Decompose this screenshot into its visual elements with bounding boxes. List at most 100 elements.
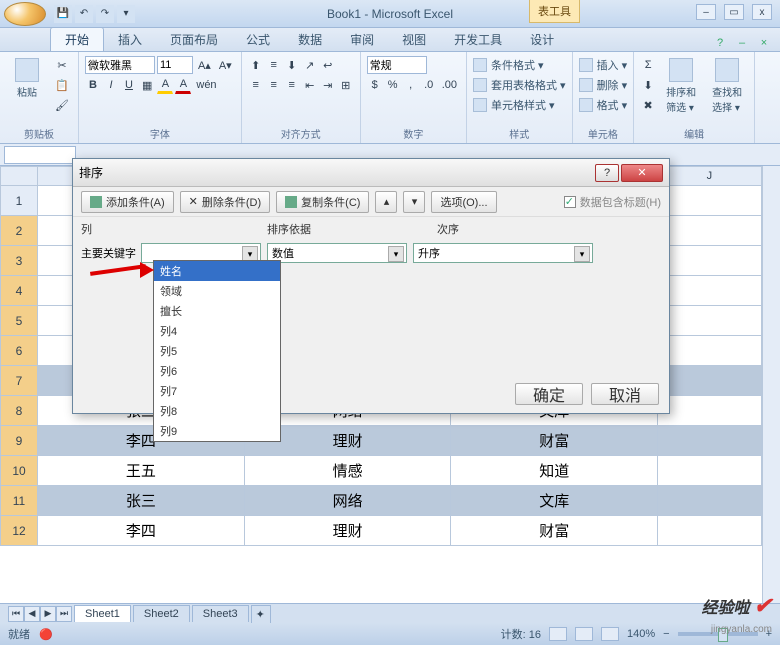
redo-icon[interactable]: ↷ — [96, 5, 114, 23]
decrease-decimal-icon[interactable]: .00 — [439, 76, 460, 94]
percent-icon[interactable]: % — [385, 76, 401, 94]
bold-button[interactable]: B — [85, 76, 101, 94]
cell[interactable]: 李四 — [38, 516, 245, 546]
row-header-11[interactable]: 11 — [0, 486, 38, 516]
format-as-table-button[interactable]: 套用表格格式 ▾ — [473, 76, 566, 94]
delete-condition-button[interactable]: ✕删除条件(D) — [180, 191, 271, 213]
normal-view-button[interactable] — [549, 627, 567, 641]
dropdown-item[interactable]: 列5 — [154, 341, 280, 361]
merge-icon[interactable]: ⊞ — [338, 76, 354, 94]
move-down-button[interactable]: ▾ — [403, 191, 425, 213]
italic-button[interactable]: I — [103, 76, 119, 94]
header-checkbox[interactable] — [564, 196, 576, 208]
row-header-9[interactable]: 9 — [0, 426, 38, 456]
border-icon[interactable]: ▦ — [139, 76, 155, 94]
phonetic-icon[interactable]: wén — [193, 76, 219, 94]
dropdown-item[interactable]: 列4 — [154, 321, 280, 341]
cell[interactable]: 财富 — [451, 426, 658, 456]
align-left-icon[interactable]: ≡ — [248, 76, 264, 94]
number-format-select[interactable] — [367, 56, 427, 74]
row-header-1[interactable]: 1 — [0, 186, 38, 216]
increase-decimal-icon[interactable]: .0 — [421, 76, 437, 94]
dialog-help-button[interactable]: ? — [595, 164, 619, 182]
next-sheet-button[interactable]: ▶ — [40, 606, 56, 622]
ribbon-minimize-icon[interactable]: – — [734, 35, 750, 51]
row-header-12[interactable]: 12 — [0, 516, 38, 546]
currency-icon[interactable]: $ — [367, 76, 383, 94]
doc-close-icon[interactable]: × — [756, 35, 772, 51]
new-sheet-button[interactable]: ✦ — [251, 605, 271, 623]
tab-developer[interactable]: 开发工具 — [440, 28, 516, 51]
font-name-select[interactable] — [85, 56, 155, 74]
underline-button[interactable]: U — [121, 76, 137, 94]
col-header-j[interactable]: J — [658, 166, 762, 186]
close-button[interactable]: x — [752, 4, 772, 20]
name-box[interactable] — [4, 146, 76, 164]
sheet-tab-1[interactable]: Sheet1 — [74, 605, 131, 622]
conditional-format-button[interactable]: 条件格式 ▾ — [473, 56, 566, 74]
increase-indent-icon[interactable]: ⇥ — [320, 76, 336, 94]
dialog-close-button[interactable]: ✕ — [621, 164, 663, 182]
format-cells-button[interactable]: 格式 ▾ — [579, 96, 628, 114]
cell[interactable]: 理财 — [245, 516, 452, 546]
cell[interactable]: 知道 — [451, 456, 658, 486]
save-icon[interactable]: 💾 — [54, 5, 72, 23]
clear-icon[interactable]: ✖ — [640, 96, 656, 114]
undo-icon[interactable]: ↶ — [75, 5, 93, 23]
row-header-5[interactable]: 5 — [0, 306, 38, 336]
cell[interactable]: 王五 — [38, 456, 245, 486]
move-up-button[interactable]: ▴ — [375, 191, 397, 213]
align-middle-icon[interactable]: ≡ — [266, 56, 282, 74]
copy-icon[interactable]: 📋 — [52, 76, 72, 94]
cell[interactable]: 网络 — [245, 486, 452, 516]
first-sheet-button[interactable]: ⏮ — [8, 606, 24, 622]
cut-icon[interactable]: ✂ — [52, 56, 72, 74]
office-button[interactable] — [4, 2, 46, 26]
sheet-tab-3[interactable]: Sheet3 — [192, 605, 249, 622]
vertical-scrollbar[interactable] — [762, 166, 780, 603]
dropdown-item[interactable]: 列6 — [154, 361, 280, 381]
row-header-2[interactable]: 2 — [0, 216, 38, 246]
wrap-text-icon[interactable]: ↩ — [320, 56, 336, 74]
font-color-icon[interactable]: A — [175, 76, 191, 94]
paste-button[interactable]: 粘贴 — [6, 56, 48, 101]
cell[interactable]: 情感 — [245, 456, 452, 486]
sort-filter-button[interactable]: 排序和 筛选 ▾ — [660, 56, 702, 116]
align-right-icon[interactable]: ≡ — [284, 76, 300, 94]
row-header-10[interactable]: 10 — [0, 456, 38, 486]
sort-order-select[interactable]: 升序 — [413, 243, 593, 263]
select-all-corner[interactable] — [0, 166, 38, 186]
ok-button[interactable]: 确定 — [515, 383, 583, 405]
tab-insert[interactable]: 插入 — [104, 28, 156, 51]
cell-styles-button[interactable]: 单元格样式 ▾ — [473, 96, 566, 114]
fill-icon[interactable]: ⬇ — [640, 76, 656, 94]
cell[interactable]: 财富 — [451, 516, 658, 546]
page-break-view-button[interactable] — [601, 627, 619, 641]
tab-view[interactable]: 视图 — [388, 28, 440, 51]
dialog-titlebar[interactable]: 排序 ? ✕ — [73, 159, 669, 187]
font-size-select[interactable] — [157, 56, 193, 74]
align-bottom-icon[interactable]: ⬇ — [284, 56, 300, 74]
row-header-7[interactable]: 7 — [0, 366, 38, 396]
sort-on-select[interactable]: 数值 — [267, 243, 407, 263]
dropdown-item[interactable]: 列7 — [154, 381, 280, 401]
find-select-button[interactable]: 查找和 选择 ▾ — [706, 56, 748, 116]
cancel-button[interactable]: 取消 — [591, 383, 659, 405]
tab-data[interactable]: 数据 — [284, 28, 336, 51]
tab-formulas[interactable]: 公式 — [232, 28, 284, 51]
comma-icon[interactable]: , — [403, 76, 419, 94]
format-painter-icon[interactable]: 🖌 — [52, 96, 72, 114]
dropdown-item[interactable]: 姓名 — [154, 261, 280, 281]
row-header-8[interactable]: 8 — [0, 396, 38, 426]
copy-condition-button[interactable]: 复制条件(C) — [276, 191, 369, 213]
row-header-4[interactable]: 4 — [0, 276, 38, 306]
dropdown-item[interactable]: 领域 — [154, 281, 280, 301]
delete-cells-button[interactable]: 删除 ▾ — [579, 76, 628, 94]
cell[interactable]: 张三 — [38, 486, 245, 516]
dropdown-item[interactable]: 列9 — [154, 421, 280, 441]
autosum-icon[interactable]: Σ — [640, 56, 656, 74]
row-header-3[interactable]: 3 — [0, 246, 38, 276]
tab-review[interactable]: 审阅 — [336, 28, 388, 51]
row-header-6[interactable]: 6 — [0, 336, 38, 366]
tab-pagelayout[interactable]: 页面布局 — [156, 28, 232, 51]
